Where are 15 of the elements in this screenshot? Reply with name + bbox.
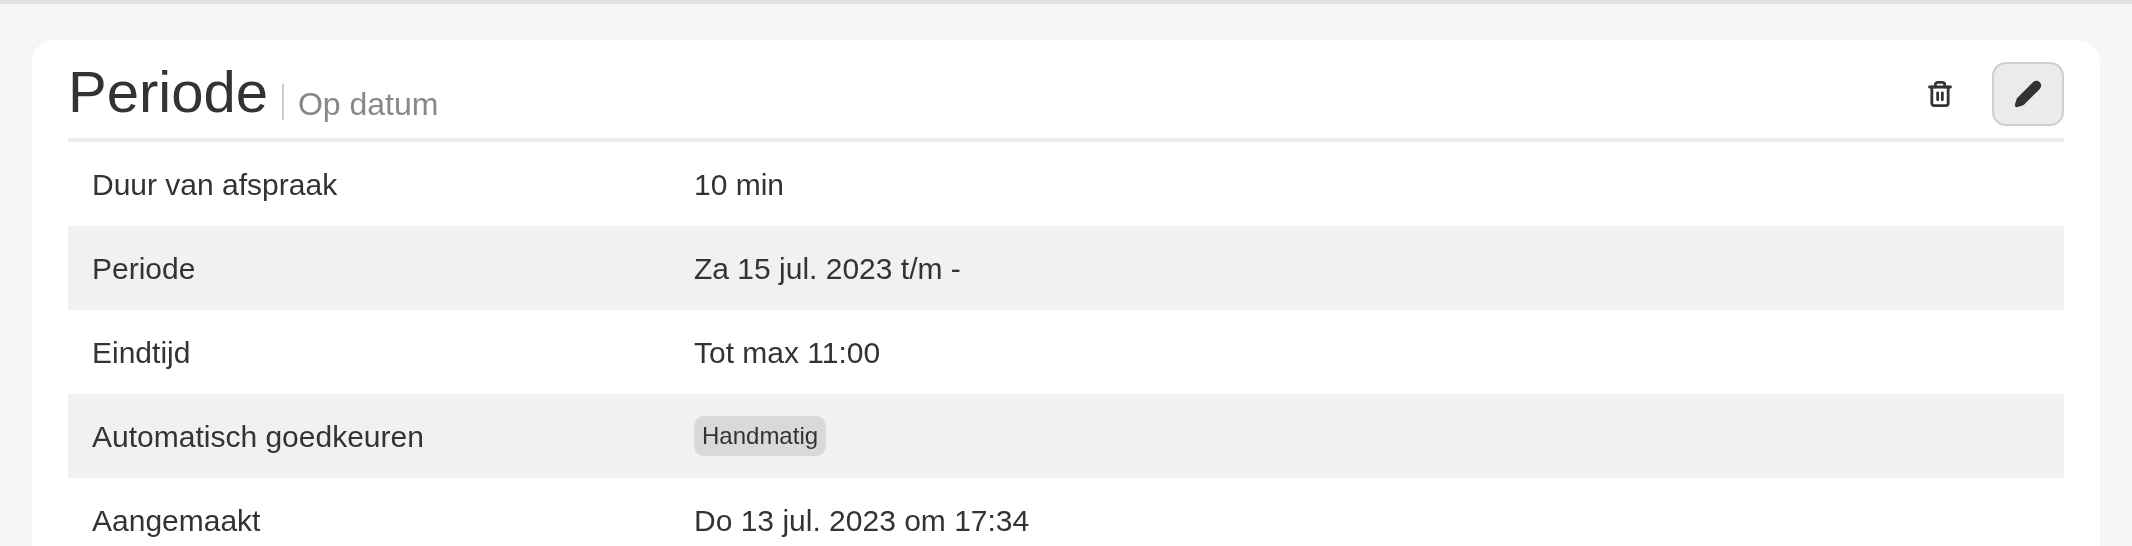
row-value: Do 13 jul. 2023 om 17:34 — [694, 502, 1030, 539]
row-label: Automatisch goedkeuren — [92, 418, 425, 455]
card-subtitle: Op datum — [297, 85, 439, 124]
edit-button[interactable] — [1992, 62, 2064, 126]
row-label: Periode — [92, 250, 197, 287]
row-value: Tot max 11:00 — [694, 334, 881, 371]
row-label: Duur van afspraak — [92, 166, 339, 203]
card-title: Periode — [68, 58, 268, 126]
pencil-icon — [2014, 80, 2042, 108]
trash-icon — [1926, 80, 1954, 108]
status-badge: Handmatig — [694, 416, 827, 456]
row-value: 10 min — [694, 166, 785, 203]
row-label: Eindtijd — [92, 334, 192, 371]
row-value: Za 15 jul. 2023 t/m - — [694, 250, 961, 287]
row-label: Aangemaakt — [92, 502, 262, 539]
